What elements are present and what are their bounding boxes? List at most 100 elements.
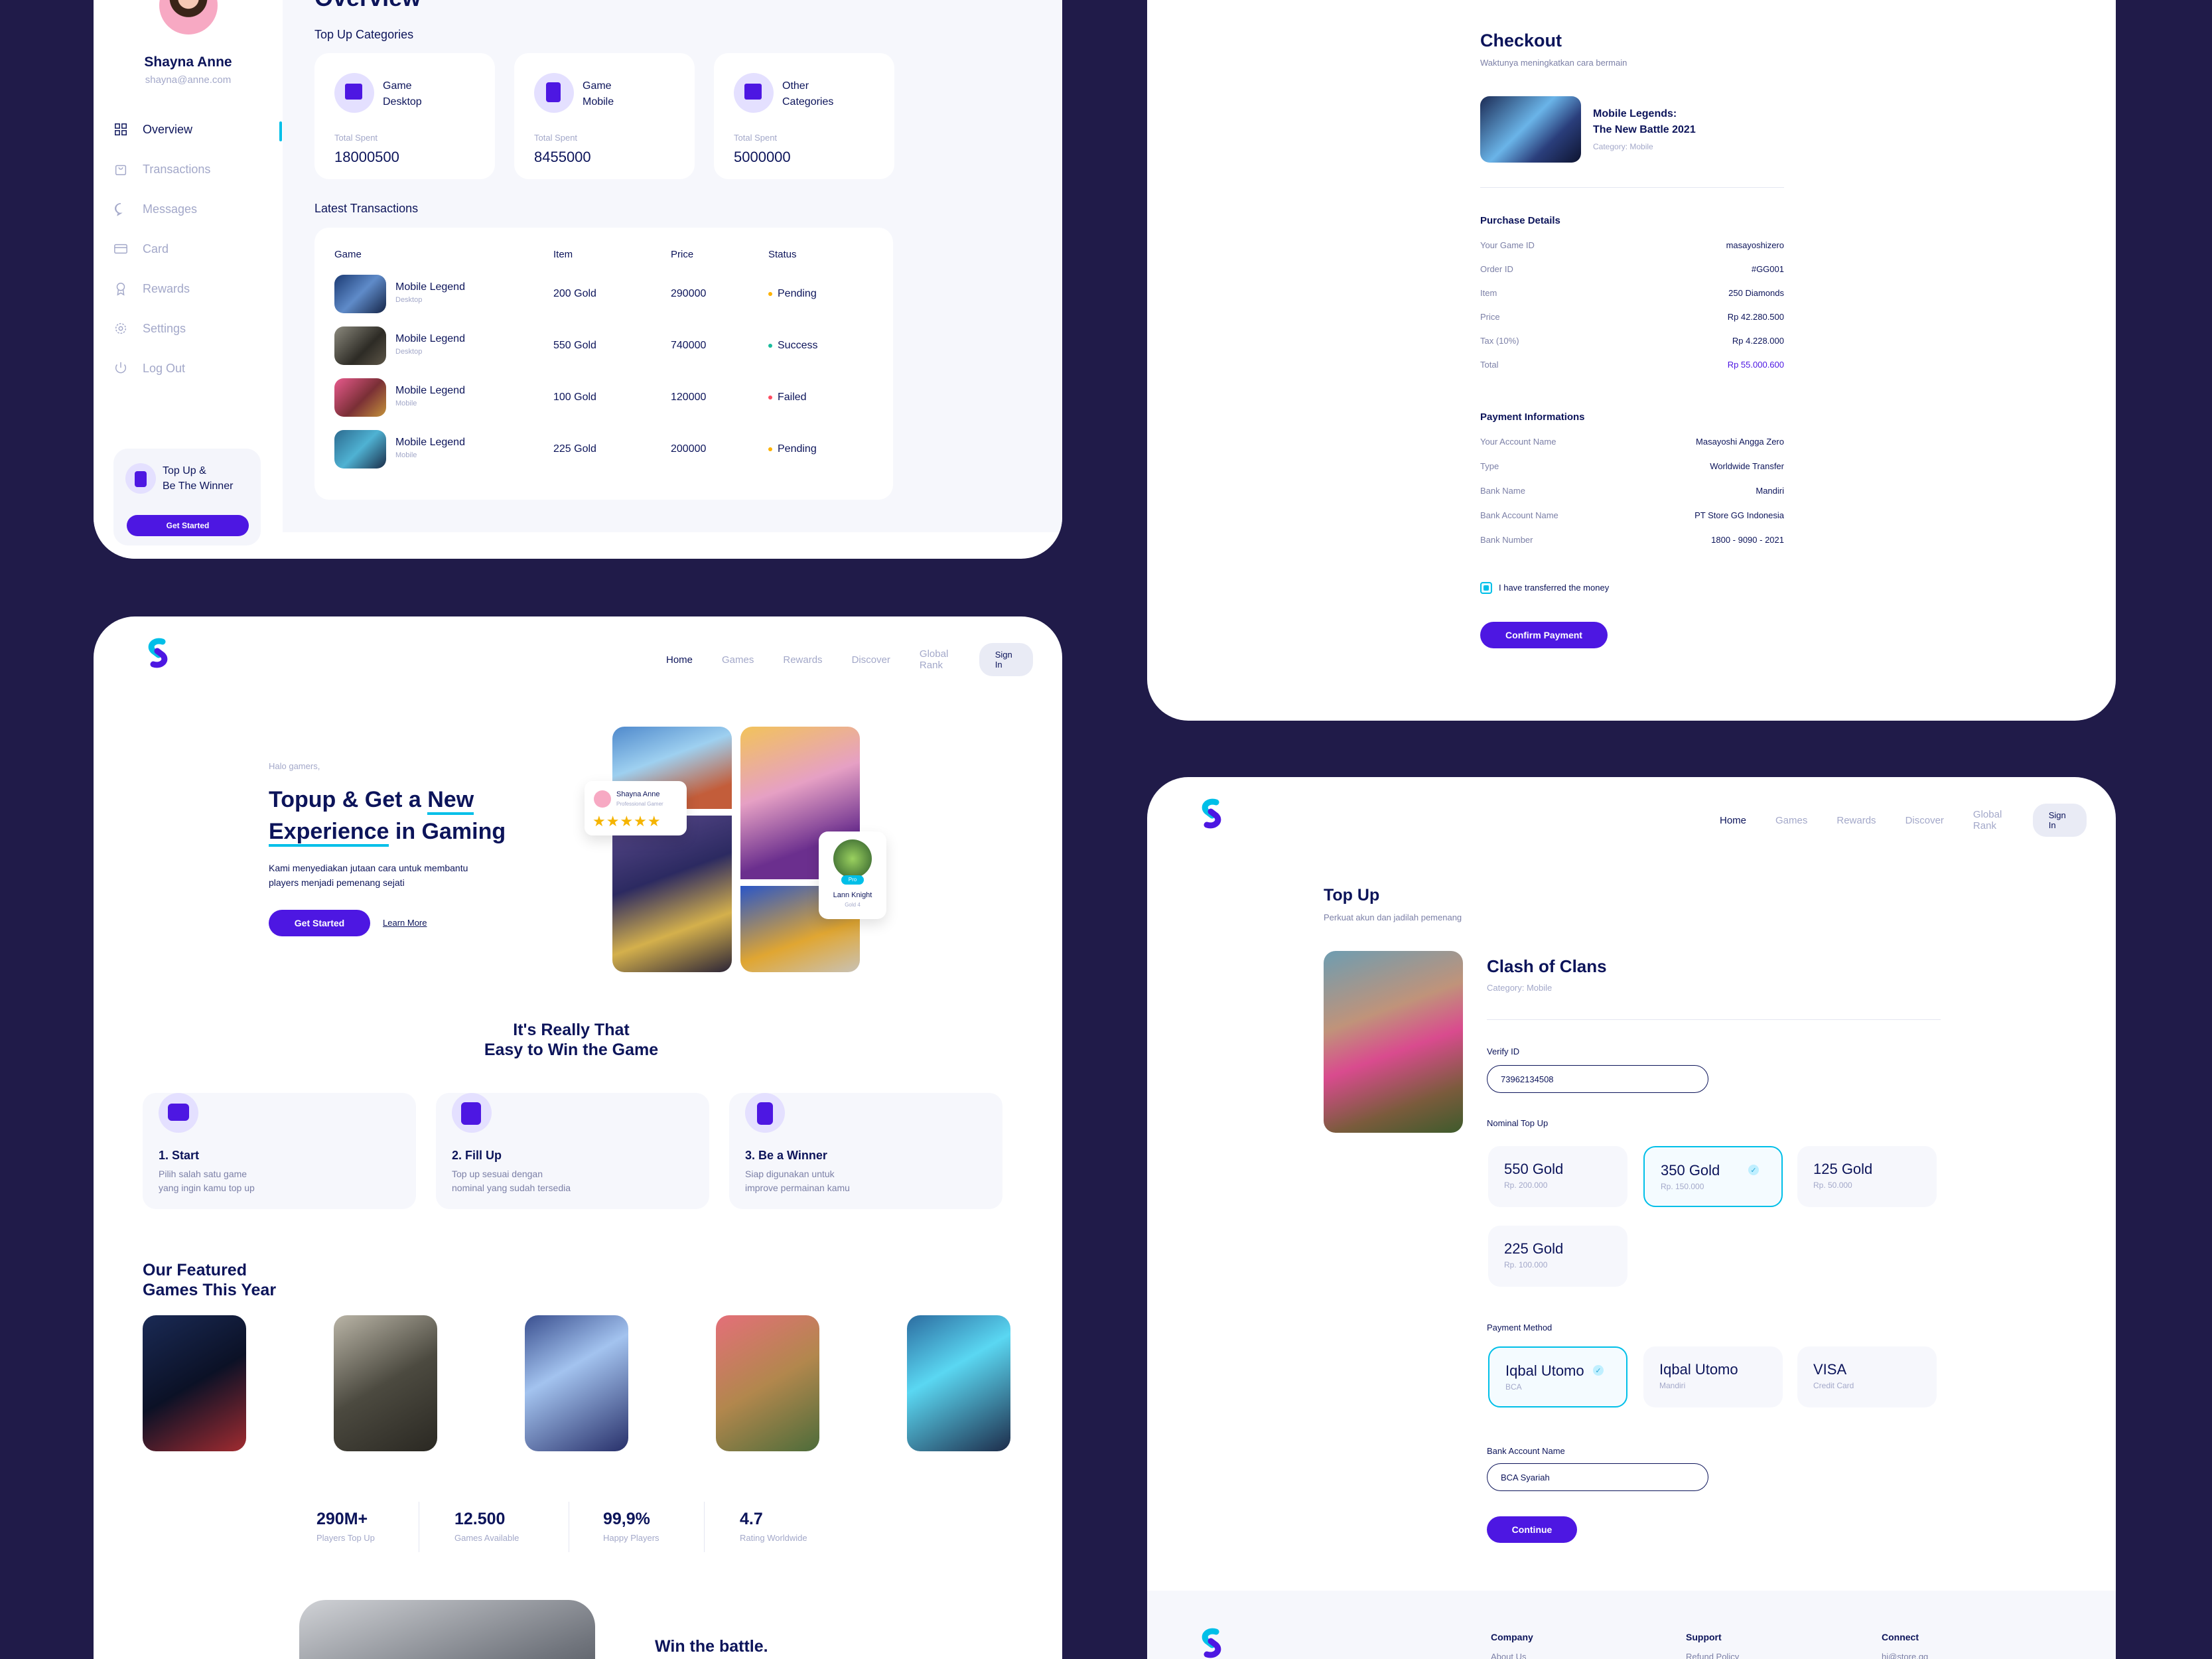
payment-option-selected[interactable]: Iqbal Utomo BCA ✓ bbox=[1488, 1346, 1627, 1407]
category-card[interactable]: Game Desktop Total Spent 18000500 bbox=[314, 53, 495, 179]
nav-home[interactable]: Home bbox=[666, 654, 693, 666]
footer-col-title: Company bbox=[1491, 1632, 1533, 1642]
category-label: Total Spent bbox=[334, 133, 378, 143]
table-row[interactable]: Mobile Legend Desktop 550 Gold 740000 Su… bbox=[314, 326, 859, 366]
payment-option[interactable]: Iqbal Utomo Mandiri bbox=[1643, 1346, 1783, 1407]
detail-key: Item bbox=[1480, 288, 1497, 298]
nominal-option[interactable]: 550 Gold Rp. 200.000 bbox=[1488, 1146, 1627, 1207]
sign-in-button[interactable]: Sign In bbox=[979, 643, 1033, 676]
payment-option[interactable]: VISA Credit Card bbox=[1797, 1346, 1937, 1407]
detail-key: Type bbox=[1480, 461, 1499, 471]
get-started-button[interactable]: Get Started bbox=[269, 910, 370, 936]
footer: Company Support Connect About Us Refund … bbox=[1147, 1591, 2116, 1659]
step-title: 3. Be a Winner bbox=[745, 1149, 827, 1162]
transfer-checkbox[interactable] bbox=[1480, 582, 1492, 594]
nav-global-rank[interactable]: Global Rank bbox=[920, 648, 965, 671]
category-value: 8455000 bbox=[534, 149, 591, 165]
option-subtitle: Rp. 100.000 bbox=[1504, 1260, 1548, 1269]
bank-account-input[interactable]: BCA Syariah bbox=[1487, 1463, 1708, 1491]
nominal-option[interactable]: 225 Gold Rp. 100.000 bbox=[1488, 1226, 1627, 1287]
avatar bbox=[594, 790, 611, 808]
stat-item: 99,9% Happy Players bbox=[603, 1510, 659, 1543]
user-email: shayna@anne.com bbox=[145, 74, 232, 86]
detail-key: Bank Number bbox=[1480, 535, 1533, 545]
learn-more-link[interactable]: Learn More bbox=[383, 918, 427, 928]
nav-games[interactable]: Games bbox=[722, 654, 754, 666]
option-subtitle: BCA bbox=[1505, 1382, 1522, 1392]
nominal-option-selected[interactable]: 350 Gold Rp. 150.000 ✓ bbox=[1643, 1146, 1783, 1207]
sign-in-button[interactable]: Sign In bbox=[2032, 804, 2087, 837]
menu-transactions[interactable]: Transactions bbox=[113, 162, 210, 177]
menu-messages[interactable]: Messages bbox=[113, 202, 197, 216]
detail-row: Type Worldwide Transfer bbox=[1480, 461, 1784, 471]
option-subtitle: Rp. 50.000 bbox=[1813, 1181, 1852, 1190]
footer-link[interactable]: Refund Policy bbox=[1686, 1652, 1739, 1659]
detail-key: Your Game ID bbox=[1480, 240, 1535, 250]
promo-title-line2: Be The Winner bbox=[163, 480, 234, 492]
promo-get-started-button[interactable]: Get Started bbox=[127, 515, 249, 536]
avatar[interactable] bbox=[159, 0, 218, 35]
logo-icon[interactable] bbox=[143, 638, 173, 668]
row-status: Pending bbox=[768, 288, 817, 300]
topup-panel: Home Games Rewards Discover Global Rank … bbox=[1147, 777, 2116, 1659]
player-role: Gold 4 bbox=[845, 902, 861, 908]
verify-id-input[interactable]: 73962134508 bbox=[1487, 1065, 1708, 1093]
featured-game-card[interactable] bbox=[143, 1315, 246, 1451]
divider bbox=[1487, 1019, 1941, 1020]
transactions-title: Latest Transactions bbox=[314, 202, 419, 215]
stat-label: Games Available bbox=[454, 1533, 519, 1543]
table-row[interactable]: Mobile Legend Mobile 225 Gold 200000 Pen… bbox=[314, 430, 859, 470]
fill-up-icon bbox=[452, 1093, 492, 1133]
menu-rewards[interactable]: Rewards bbox=[113, 281, 190, 296]
detail-row: Tax (10%) Rp 4.228.000 bbox=[1480, 336, 1784, 346]
stat-item: 4.7 Rating Worldwide bbox=[740, 1510, 807, 1543]
promo-icon bbox=[125, 463, 156, 494]
logo-icon[interactable] bbox=[1196, 798, 1227, 829]
step-desc: Pilih salah satu game yang ingin kamu top… bbox=[159, 1167, 331, 1195]
menu-card[interactable]: Card bbox=[113, 242, 169, 256]
col-price: Price bbox=[671, 249, 694, 260]
nav-discover[interactable]: Discover bbox=[1905, 815, 1944, 826]
category-card[interactable]: Game Mobile Total Spent 8455000 bbox=[514, 53, 695, 179]
checkout-title: Checkout bbox=[1480, 31, 1562, 50]
nav-home[interactable]: Home bbox=[1720, 815, 1746, 826]
step-card: 2. Fill Up Top up sesuai dengan nominal y… bbox=[436, 1093, 709, 1209]
categories-title: Top Up Categories bbox=[314, 28, 414, 41]
option-title: 125 Gold bbox=[1813, 1161, 1873, 1177]
row-platform: Desktop bbox=[395, 296, 423, 304]
row-price: 290000 bbox=[671, 288, 707, 299]
option-title: Iqbal Utomo bbox=[1659, 1361, 1738, 1378]
steps-title-line2: Easy to Win the Game bbox=[484, 1041, 659, 1059]
nav-games[interactable]: Games bbox=[1775, 815, 1807, 826]
step-desc-line1: Siap digunakan untuk bbox=[745, 1169, 835, 1179]
footer-link[interactable]: hi@store.gg bbox=[1882, 1652, 1928, 1659]
featured-game-card[interactable] bbox=[334, 1315, 437, 1451]
divider bbox=[1480, 187, 1784, 188]
featured-game-card[interactable] bbox=[716, 1315, 819, 1451]
nav-discover[interactable]: Discover bbox=[852, 654, 890, 666]
nav-rewards[interactable]: Rewards bbox=[1836, 815, 1876, 826]
menu-settings[interactable]: Settings bbox=[113, 321, 186, 336]
col-status: Status bbox=[768, 249, 797, 260]
pro-badge: Pro bbox=[841, 875, 864, 885]
continue-button[interactable]: Continue bbox=[1487, 1516, 1577, 1543]
nominal-option[interactable]: 125 Gold Rp. 50.000 bbox=[1797, 1146, 1937, 1207]
featured-game-card[interactable] bbox=[907, 1315, 1010, 1451]
nav-global-rank[interactable]: Global Rank bbox=[1973, 809, 2018, 831]
review-role: Professional Gamer bbox=[616, 801, 663, 807]
footer-logo-icon[interactable] bbox=[1196, 1628, 1227, 1658]
menu-overview[interactable]: Overview bbox=[113, 122, 192, 137]
menu-logout[interactable]: Log Out bbox=[113, 361, 185, 376]
game-title: Mobile Legends: The New Battle 2021 bbox=[1593, 106, 1696, 138]
category-card[interactable]: Other Categories Total Spent 5000000 bbox=[714, 53, 894, 179]
table-row[interactable]: Mobile Legend Mobile 100 Gold 120000 Fai… bbox=[314, 378, 859, 418]
step-title: 2. Fill Up bbox=[452, 1149, 502, 1162]
table-row[interactable]: Mobile Legend Desktop 200 Gold 290000 Pe… bbox=[314, 275, 859, 315]
footer-link[interactable]: About Us bbox=[1491, 1652, 1526, 1659]
detail-key: Price bbox=[1480, 312, 1500, 322]
featured-game-card[interactable] bbox=[525, 1315, 628, 1451]
steps-title: It's Really That Easy to Win the Game bbox=[432, 1020, 711, 1060]
nav-rewards[interactable]: Rewards bbox=[783, 654, 822, 666]
confirm-payment-button[interactable]: Confirm Payment bbox=[1480, 622, 1608, 648]
user-name: Shayna Anne bbox=[144, 54, 232, 70]
